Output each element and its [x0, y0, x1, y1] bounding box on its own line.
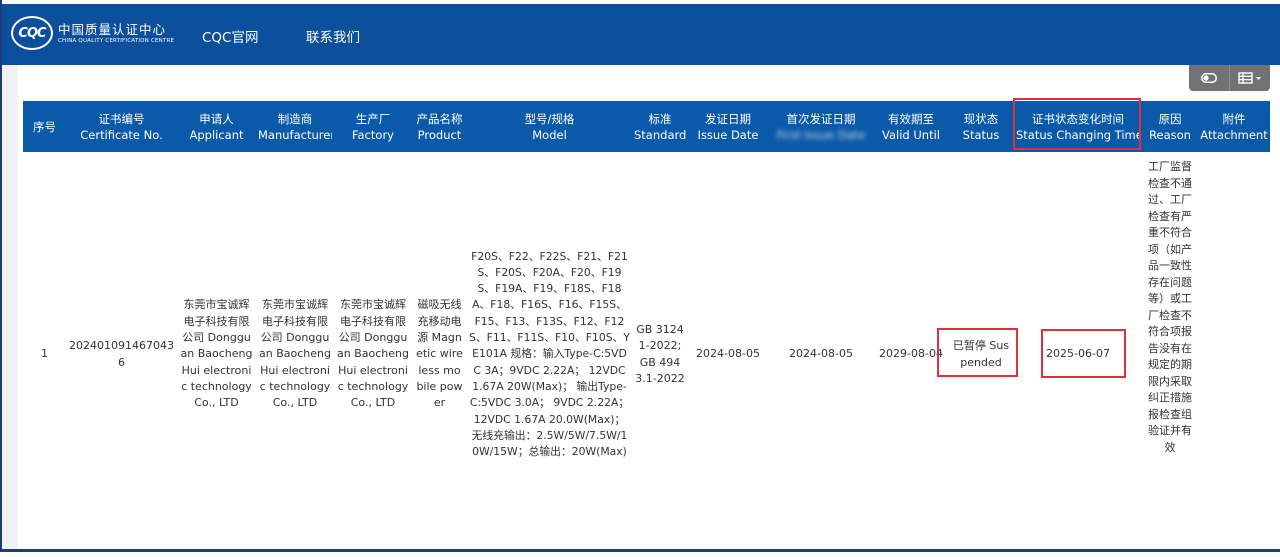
col-header-status[interactable]: 现状态 Status: [948, 101, 1014, 152]
cqc-logo[interactable]: CQC 中国质量认证中心 CHINA QUALITY CERTIFICATION…: [11, 16, 174, 50]
nav-contact-us[interactable]: 联系我们: [306, 26, 360, 46]
cell-issue-date: 2024-08-05: [696, 347, 760, 361]
col-header-manufacturer[interactable]: 制造商 Manufacturer: [256, 101, 334, 152]
table-header-row: 序号 证书编号 Certificate No. 申请人 Applicant 制造商 M…: [23, 101, 1270, 152]
col-header-first-issue-date[interactable]: 首次发证日期 First Issue Date: [768, 101, 874, 152]
certificate-table: 序号 证书编号 Certificate No. 申请人 Applicant 制造商 M…: [23, 101, 1270, 557]
logo-en-text: CHINA QUALITY CERTIFICATION CENTRE: [58, 37, 175, 44]
col-header-index[interactable]: 序号: [23, 101, 66, 152]
toggle-view-button[interactable]: [1189, 65, 1229, 91]
col-header-status-changing-time[interactable]: 证书状态变化时间 Status Changing Time: [1014, 101, 1142, 152]
col-header-valid-until[interactable]: 有效期至 Valid Until: [874, 101, 948, 152]
cell-model: F20S、F22、F22S、F21、F21S、F20S、F20A、F20、F19…: [469, 249, 630, 459]
cell-standard: GB 31241-2022;GB 4943.1-2022: [635, 322, 685, 385]
columns-dropdown-button[interactable]: [1230, 65, 1270, 91]
cell-product: 磁吸无线充移动电源 Magnetic wireless mobile power: [416, 298, 463, 410]
col-header-attachment[interactable]: 附件 Attachment: [1198, 101, 1270, 152]
cell-index: 1: [41, 347, 48, 361]
cell-factory: 东莞市宝诚辉电子科技有限公司 Dongguan Baocheng Hui ele…: [337, 298, 409, 410]
col-header-product[interactable]: 产品名称 Product: [412, 101, 467, 152]
cell-reason: 工厂监督检查不通过、工厂检查有严重不符合项（如产品一致性存在问题等）或工厂检查不…: [1148, 160, 1192, 454]
col-header-certificate-no[interactable]: 证书编号 Certificate No.: [66, 101, 177, 152]
top-navbar: CQC 中国质量认证中心 CHINA QUALITY CERTIFICATION…: [2, 4, 1280, 65]
col-header-factory[interactable]: 生产厂 Factory: [334, 101, 412, 152]
table-toolbar: [1189, 65, 1270, 91]
toggle-icon: [1201, 73, 1217, 83]
cell-valid-until: 2029-08-04: [879, 347, 943, 361]
cell-attachment[interactable]: [1198, 152, 1270, 557]
col-header-issue-date[interactable]: 发证日期 Issue Date: [688, 101, 768, 152]
table-columns-icon: [1238, 72, 1261, 84]
cell-manufacturer: 东莞市宝诚辉电子科技有限公司 Dongguan Baocheng Hui ele…: [259, 298, 331, 410]
cell-applicant: 东莞市宝诚辉电子科技有限公司 Dongguan Baocheng Hui ele…: [180, 298, 253, 410]
cell-status: 已暂停 Suspended: [952, 339, 1010, 369]
table-row: 1 2024010914670436 东莞市宝诚辉电子科技有限公司 Donggu…: [23, 152, 1270, 557]
cell-first-issue-date: 2024-08-05: [789, 347, 853, 361]
col-header-model[interactable]: 型号/规格 Model: [467, 101, 632, 152]
logo-text: 中国质量认证中心 CHINA QUALITY CERTIFICATION CEN…: [58, 22, 174, 45]
nav-cqc-official[interactable]: CQC官网: [202, 26, 258, 46]
cell-certificate-no: 2024010914670436: [69, 339, 174, 369]
col-header-applicant[interactable]: 申请人 Applicant: [177, 101, 256, 152]
logo-cn-text: 中国质量认证中心: [58, 21, 167, 37]
cqc-logo-icon: CQC: [11, 16, 53, 50]
cell-status-change-time: 2025-06-07: [1046, 347, 1110, 361]
col-header-standard[interactable]: 标准 Standard: [632, 101, 688, 152]
col-header-reason[interactable]: 原因 Reason: [1142, 101, 1198, 152]
